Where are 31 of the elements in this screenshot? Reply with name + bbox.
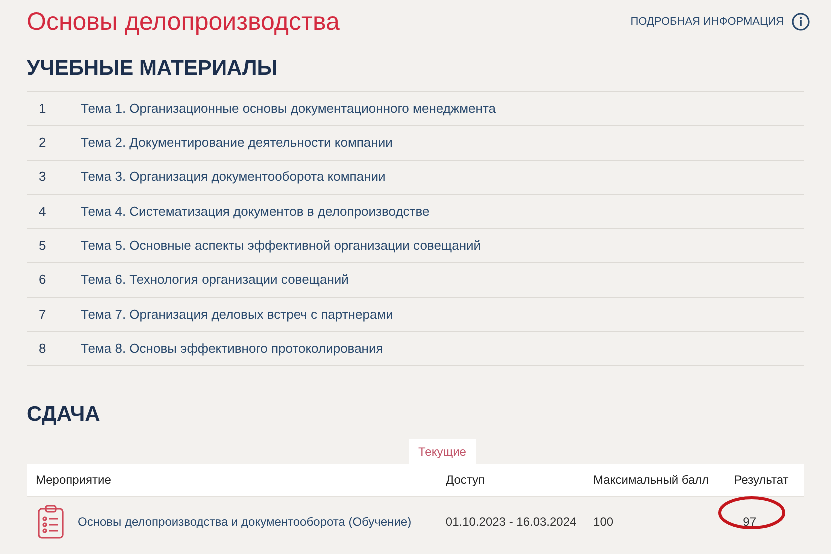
topic-link[interactable]: Тема 6. Технология организации совещаний [81, 270, 349, 290]
row-number: 7 [38, 306, 48, 324]
topic-link[interactable]: Тема 3. Организация документооборота компании [81, 167, 386, 187]
row-number: 3 [38, 168, 48, 186]
row-number: 2 [38, 134, 48, 152]
table-cell-text: 100 [594, 514, 615, 531]
page-title: Основы делопроизводства [27, 10, 340, 34]
topic-link[interactable]: Тема 8. Основы эффективного протоколирования [81, 338, 384, 358]
column-header: Результат [734, 472, 790, 490]
topic-link[interactable]: Тема 7. Организация деловых встреч с партнерами [81, 304, 394, 324]
topic-link[interactable]: Тема 2. Документирование деятельности компании [81, 133, 393, 153]
table-cell-text: 01.10.2023 - 16.03.2024 [446, 514, 578, 531]
topic-link[interactable]: Тема 5. Основные аспекты эффективной организации совещаний [81, 236, 482, 256]
row-number: 8 [38, 340, 48, 358]
column-header: Доступ [446, 472, 486, 490]
section-heading: УЧЕБНЫЕ МАТЕРИАЛЫ [27, 58, 279, 79]
tab[interactable]: Текущие [408, 439, 476, 464]
info-icon [792, 13, 810, 31]
row-number: 6 [38, 271, 48, 290]
row-number: 4 [38, 202, 48, 221]
column-header: Максимальный балл [594, 472, 710, 490]
event-link[interactable]: Основы делопроизводства и документооборота (Обучение) [78, 512, 412, 531]
clipboard-icon [37, 504, 65, 539]
topic-link[interactable]: Тема 1. Организационные основы документационного менеджмента [81, 98, 496, 118]
column-header: Мероприятие [35, 472, 112, 490]
row-number: 5 [38, 237, 48, 256]
row-number: 1 [38, 100, 48, 118]
section-heading: СДАЧА [27, 404, 102, 426]
topic-link[interactable]: Тема 4. Систематизация документов в делопроизводстве [81, 202, 430, 222]
info-link[interactable]: ПОДРОБНАЯ ИНФОРМАЦИЯ [630, 14, 784, 30]
table-cell: 97 [743, 514, 757, 529]
